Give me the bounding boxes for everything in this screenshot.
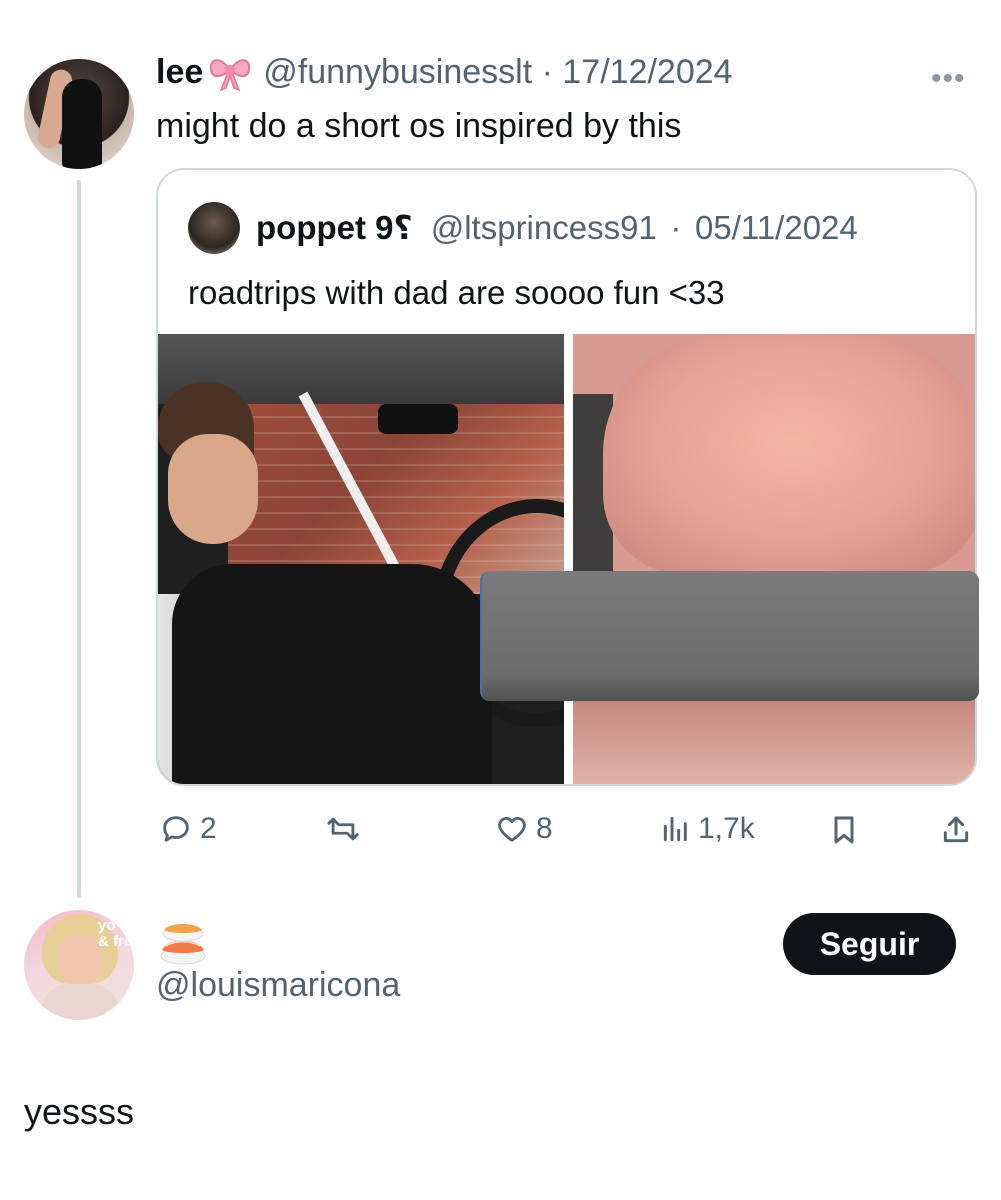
views-count: 1,7k: [698, 812, 755, 845]
follow-button[interactable]: Seguir: [783, 913, 956, 975]
avatar[interactable]: [24, 59, 134, 169]
share-button[interactable]: [940, 812, 972, 848]
views-chart-icon: [663, 816, 687, 842]
heart-icon: [498, 816, 526, 842]
retweet-icon: [327, 817, 359, 841]
reply-button[interactable]: 2: [158, 812, 217, 846]
bookmark-icon: [834, 816, 854, 844]
reply-avatar[interactable]: yo & fre: [24, 910, 134, 1020]
like-button[interactable]: 8: [494, 812, 553, 846]
quoted-image-censored[interactable]: [573, 334, 975, 784]
thread-line: [77, 180, 81, 898]
share-icon: [943, 816, 969, 843]
sushi-emoji-icon: [160, 924, 206, 965]
quoted-author-name[interactable]: poppet 9⸮: [256, 209, 413, 246]
quoted-header: poppet 9⸮ @ltsprincess91 · 05/11/2024: [256, 208, 858, 247]
bow-emoji-icon: [210, 59, 251, 92]
quoted-image-man-in-car[interactable]: [158, 334, 564, 784]
author-name[interactable]: lee: [156, 53, 203, 92]
avatar-overlay-text: yo & fre: [98, 917, 133, 950]
more-options-button[interactable]: •••: [931, 62, 966, 96]
separator-dot: ·: [532, 52, 563, 91]
reply-user-handle[interactable]: @louismaricona: [156, 966, 400, 1005]
retweet-button[interactable]: [323, 812, 363, 846]
reply-count: 2: [200, 812, 217, 845]
quoted-avatar[interactable]: [188, 202, 240, 254]
bookmark-button[interactable]: [828, 812, 860, 848]
author-handle[interactable]: @funnybusinesslt: [263, 53, 532, 92]
tweet-text: might do a short os inspired by this: [156, 107, 682, 145]
censor-bar: [480, 571, 979, 701]
quoted-text: roadtrips with dad are soooo fun <33: [188, 274, 725, 311]
separator-dot: ·: [661, 209, 691, 246]
like-count: 8: [536, 812, 553, 845]
tweet-date[interactable]: 17/12/2024: [562, 53, 732, 92]
quoted-date[interactable]: 05/11/2024: [695, 209, 858, 246]
reply-text: yessss: [24, 1091, 135, 1132]
views-button[interactable]: 1,7k: [660, 812, 755, 846]
reply-icon: [163, 816, 189, 842]
tweet-header: lee @funnybusinesslt · 17/12/2024: [156, 52, 733, 92]
quoted-author-handle[interactable]: @ltsprincess91: [431, 209, 657, 246]
